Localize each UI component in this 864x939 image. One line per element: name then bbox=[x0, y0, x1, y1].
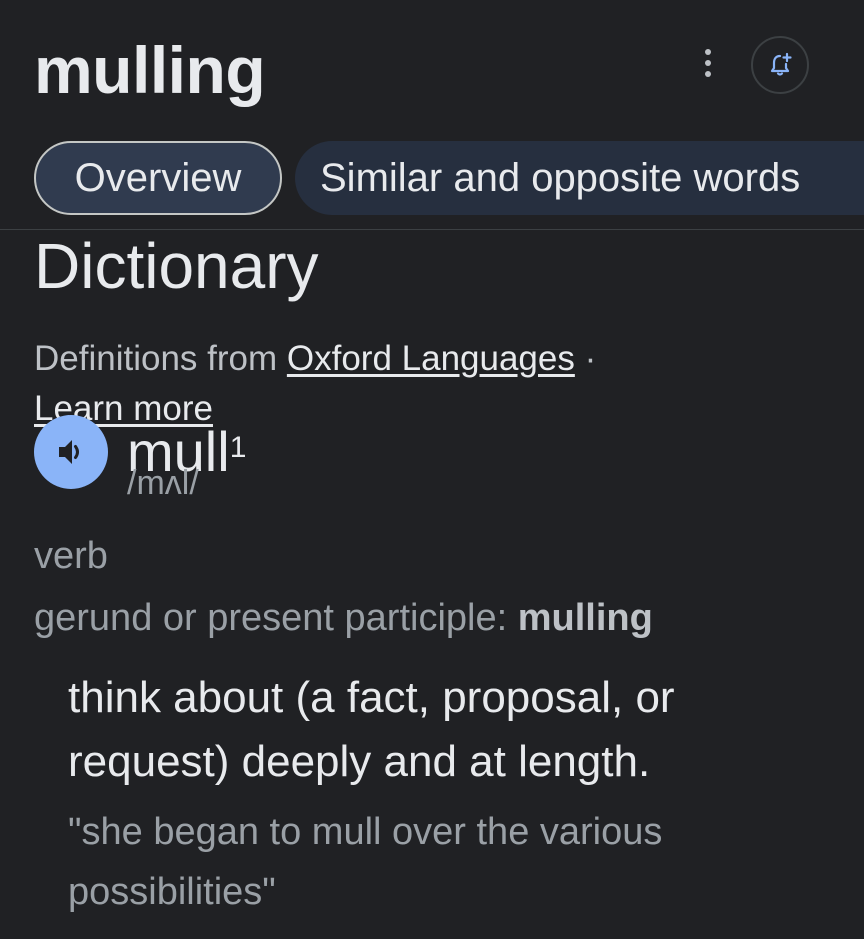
pronunciation-audio-button[interactable] bbox=[34, 415, 108, 489]
definition-text: think about (a fact, proposal, or reques… bbox=[68, 673, 675, 786]
definition-source: Definitions from Oxford Languages · Lear… bbox=[34, 334, 814, 434]
more-vertical-icon bbox=[705, 49, 711, 55]
add-alert-icon bbox=[770, 52, 792, 76]
part-of-speech: verb bbox=[34, 535, 108, 577]
source-separator: · bbox=[584, 339, 597, 378]
dictionary-heading: Dictionary bbox=[34, 230, 319, 302]
add-alert-button[interactable] bbox=[751, 36, 809, 94]
search-query-title: mulling bbox=[34, 33, 266, 107]
inflection-value: mulling bbox=[517, 597, 653, 639]
dictionary-result-page: mulling Overview Similar and opposite wo… bbox=[0, 0, 864, 939]
source-prefix: Definitions from bbox=[34, 339, 278, 378]
phonetic-spelling: /mʌl/ bbox=[127, 464, 199, 502]
inflection-line: gerund or present participle: mulling bbox=[34, 594, 653, 642]
tab-similar-opposite-words[interactable]: Similar and opposite words bbox=[295, 141, 864, 215]
example-sentence: "she began to mull over the various poss… bbox=[68, 811, 663, 913]
homograph-number: 1 bbox=[229, 431, 247, 464]
oxford-languages-link[interactable]: Oxford Languages bbox=[287, 339, 575, 378]
inflection-label: gerund or present participle: bbox=[34, 597, 508, 639]
tab-overview[interactable]: Overview bbox=[34, 141, 282, 215]
tab-similar-label: Similar and opposite words bbox=[320, 155, 801, 200]
more-options-button[interactable] bbox=[694, 46, 722, 80]
speaker-icon bbox=[59, 440, 79, 464]
tab-overview-label: Overview bbox=[74, 155, 242, 200]
